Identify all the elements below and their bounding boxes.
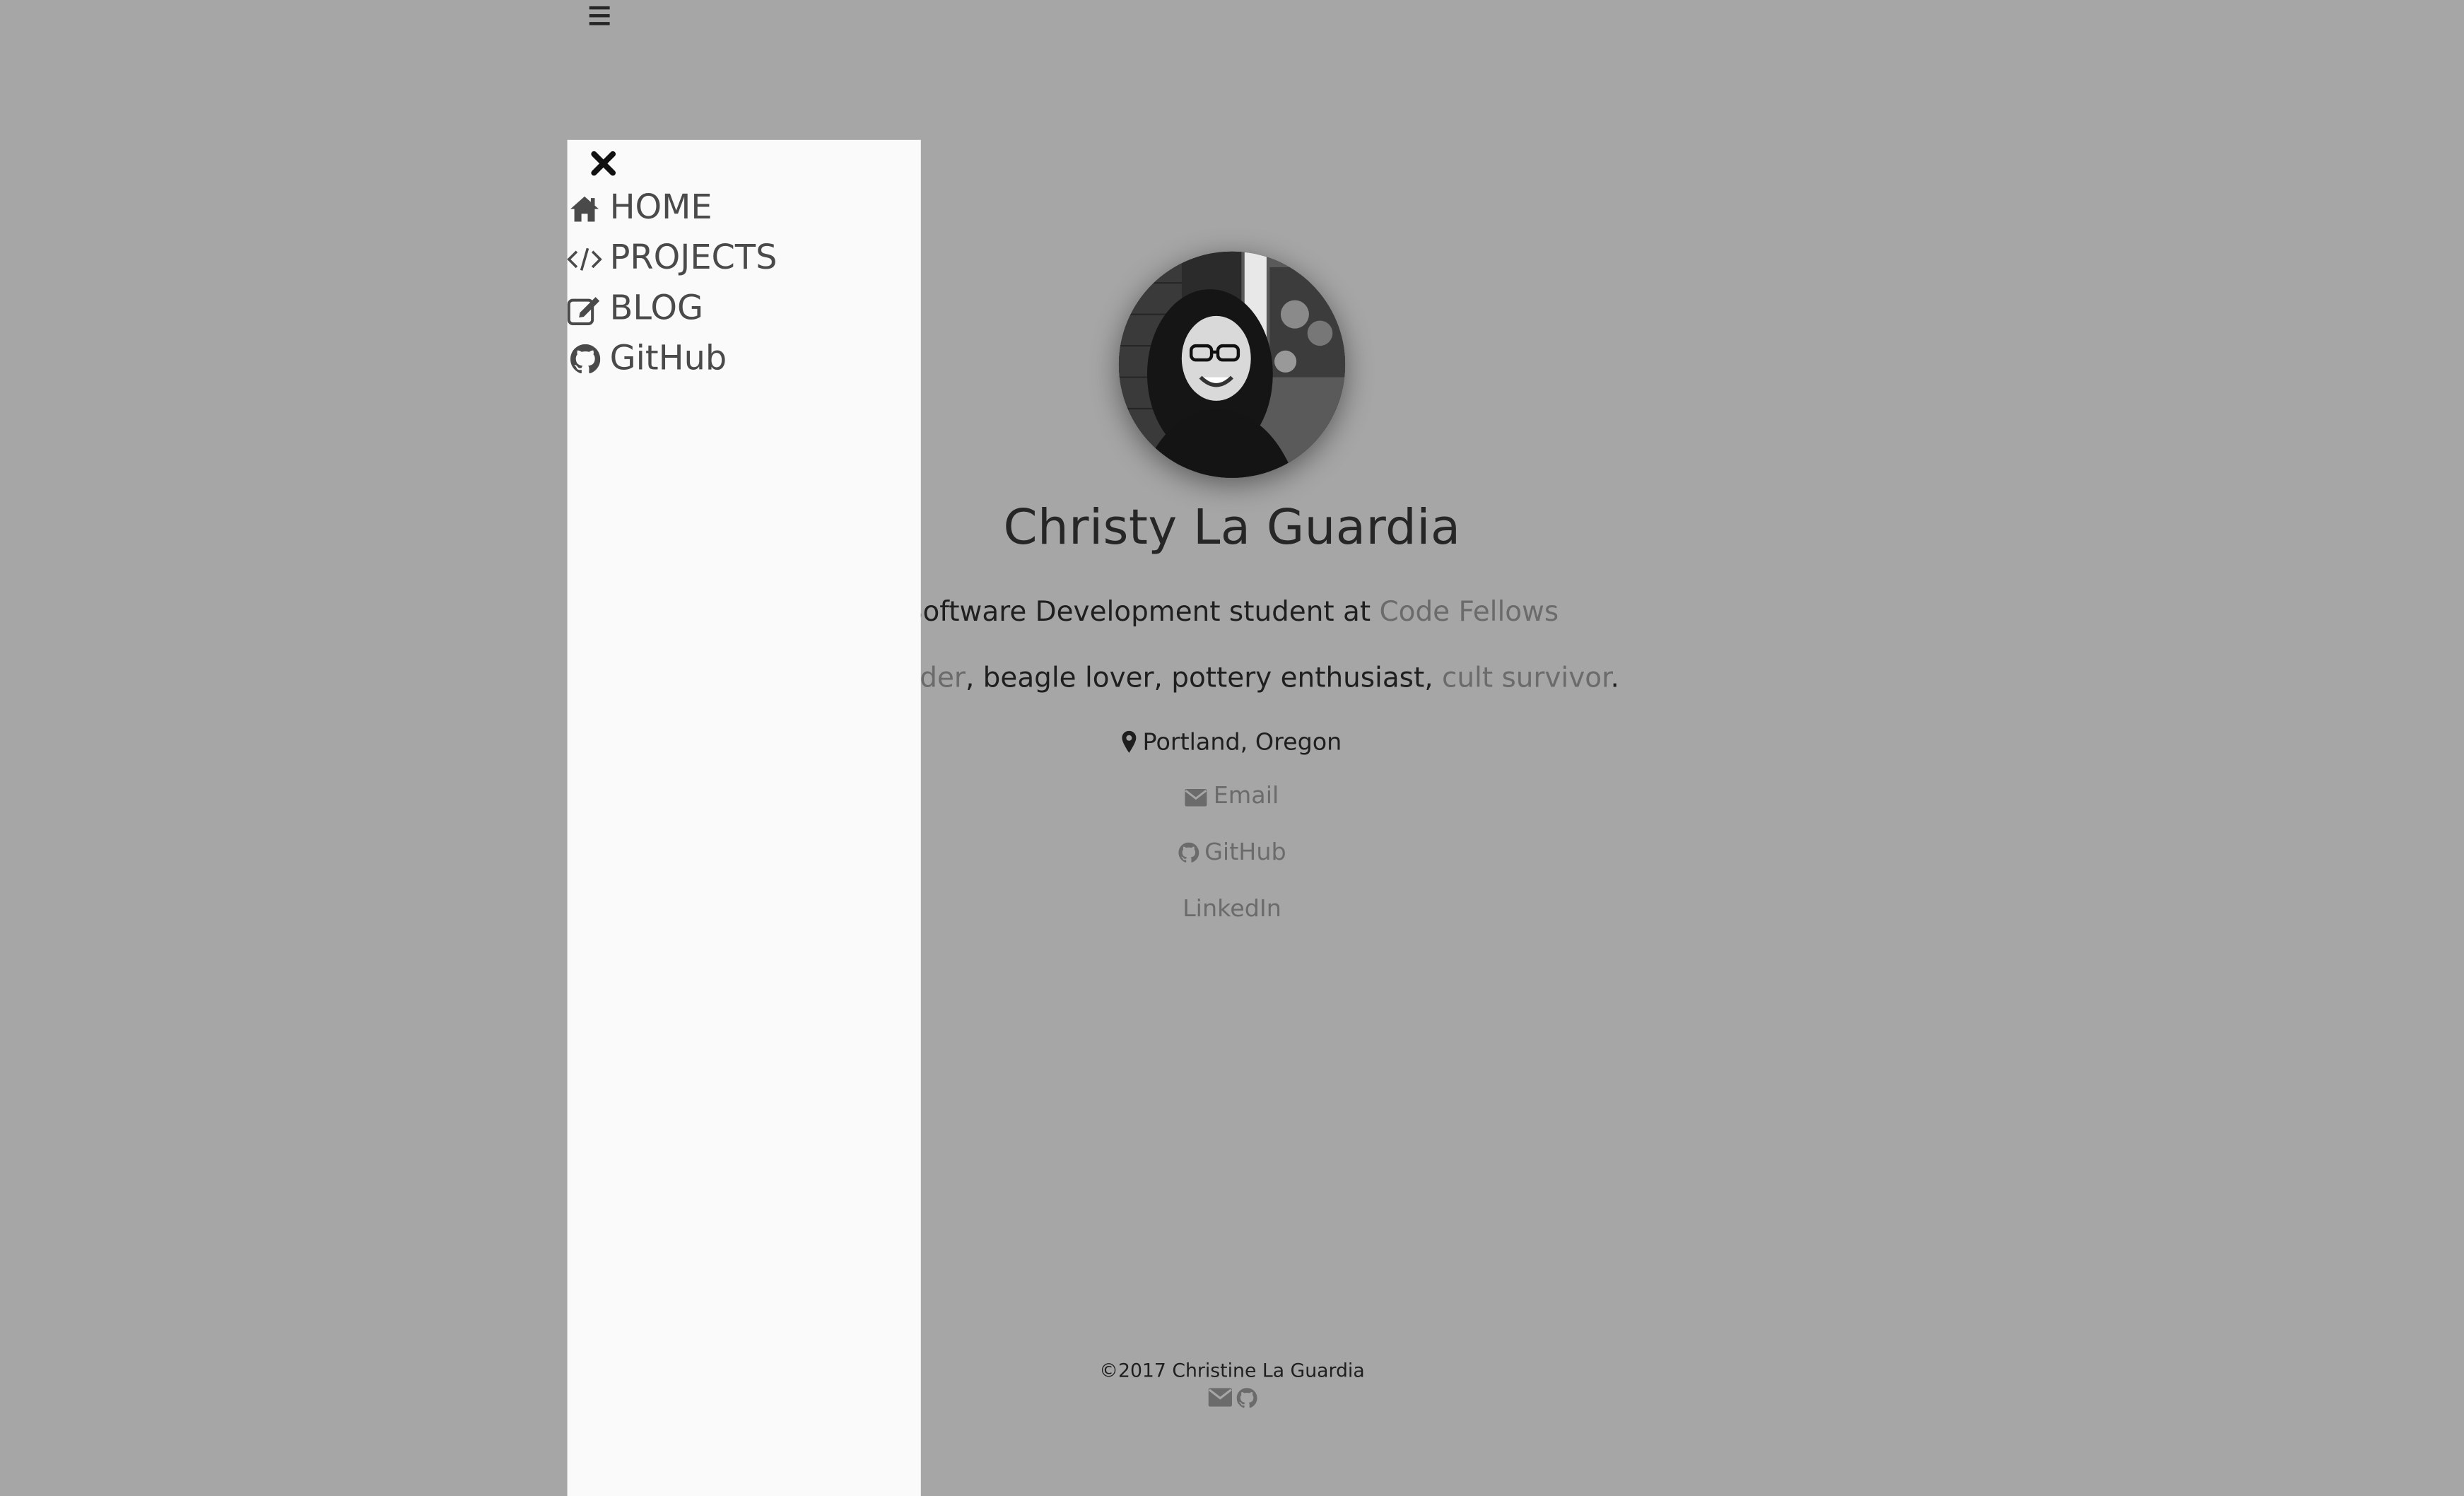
email-link[interactable]: Email <box>1075 781 1390 810</box>
tagline-student: Software Development student at Code Fel… <box>839 597 1625 629</box>
page: Christy La Guardia Software Development … <box>0 0 2464 1496</box>
cult-survivor-link[interactable]: cult survivor <box>1442 663 1611 694</box>
location-text: Portland, Oregon <box>1142 727 1342 756</box>
tagline-middle: , beagle lover, pottery enthusiast, <box>965 663 1442 695</box>
sidebar-item-label: HOME <box>609 188 712 228</box>
footer-copyright: ©2017 Christine La Guardia <box>1099 1360 1365 1382</box>
github-icon[interactable] <box>1236 1388 1257 1408</box>
sidebar-item-blog[interactable]: BLOG <box>567 289 703 329</box>
sidebar-item-projects[interactable]: PROJECTS <box>567 238 778 279</box>
email-label: Email <box>1213 781 1279 810</box>
home-icon <box>568 191 602 226</box>
code-fellows-link[interactable]: Code Fellows <box>1379 597 1559 629</box>
location: Portland, Oregon <box>997 727 1468 756</box>
sidebar-item-label: PROJECTS <box>609 238 778 279</box>
github-icon <box>568 342 602 377</box>
edit-icon <box>567 291 602 326</box>
footer-icons <box>1154 1388 1310 1408</box>
hamburger-icon[interactable] <box>587 3 613 28</box>
tagline-suffix: . <box>1610 663 1619 695</box>
map-marker-icon <box>1122 730 1137 753</box>
github-label: GitHub <box>1204 837 1286 866</box>
code-icon <box>567 241 602 276</box>
github-icon <box>1178 842 1199 863</box>
sidebar-item-github[interactable]: GitHub <box>568 339 727 379</box>
sidebar-item-home[interactable]: HOME <box>568 189 712 228</box>
sidebar-item-label: BLOG <box>609 289 703 329</box>
sidebar-item-label: GitHub <box>609 339 727 379</box>
github-link[interactable]: GitHub <box>1075 838 1390 866</box>
close-icon[interactable] <box>589 149 621 180</box>
linkedin-link[interactable]: LinkedIn <box>1075 894 1390 923</box>
profile-name: Christy La Guardia <box>1003 499 1461 557</box>
envelope-icon[interactable] <box>1207 1388 1231 1407</box>
envelope-icon <box>1185 789 1207 807</box>
avatar <box>1118 251 1346 478</box>
sidebar: HOME PROJECTS BLOG GitHub <box>567 139 921 1496</box>
tagline-prefix: Software Development student at <box>905 597 1380 629</box>
